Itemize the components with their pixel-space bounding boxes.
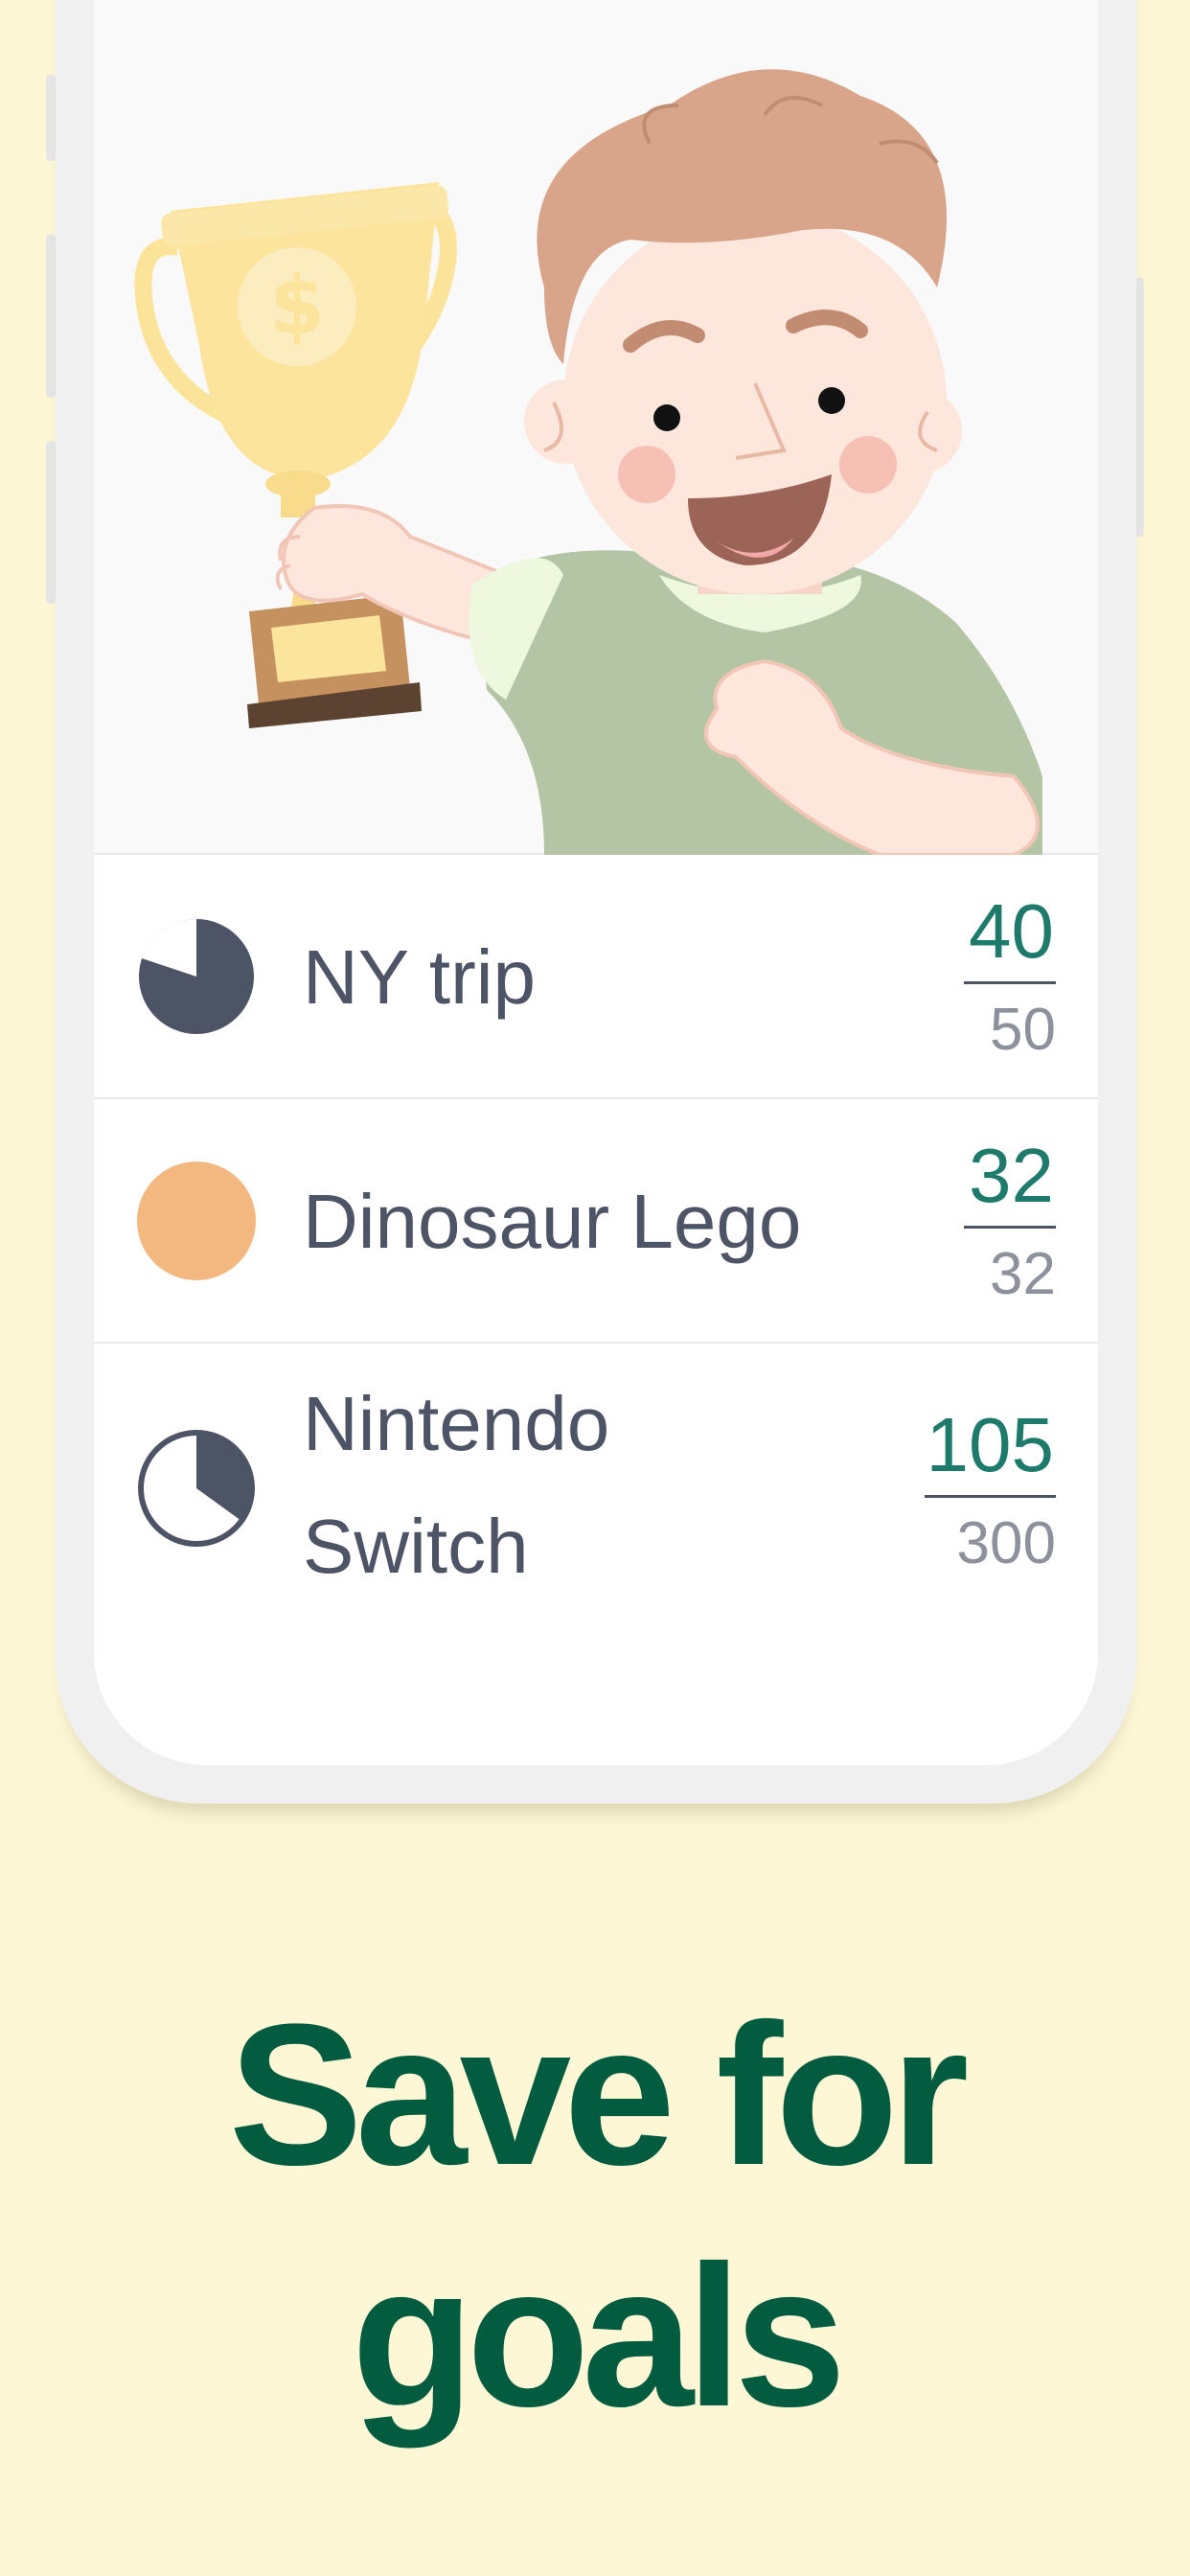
phone-volume-down (46, 441, 56, 604)
goal-name-line2: Switch (303, 1504, 529, 1589)
phone-volume-up (46, 235, 56, 398)
phone-frame: $ NY trip 40 50 Dinosaur Lego 32 32 Nint… (56, 0, 1136, 1804)
progress-pie-icon (139, 918, 254, 1034)
headline-line2: goals (351, 2223, 846, 2449)
app-store-screenshot: $ NY trip 40 50 Dinosaur Lego 32 32 Nint… (0, 0, 1190, 2576)
goal-amounts: 40 50 (964, 882, 1056, 1076)
goal-amounts: 105 300 (924, 1395, 1056, 1590)
goal-name: Dinosaur Lego (303, 1179, 802, 1264)
goal-amounts: 32 32 (964, 1126, 1056, 1321)
saved-amount: 105 (924, 1395, 1056, 1498)
progress-complete-icon (137, 1162, 256, 1280)
goal-name: NY trip (303, 934, 537, 1020)
progress-pie-icon (138, 1430, 255, 1547)
headline-line1: Save for (228, 1982, 970, 2207)
trophy-illustration: $ (94, 0, 1098, 855)
svg-text:$: $ (269, 259, 325, 353)
saved-amount: 32 (964, 1126, 1056, 1229)
phone-mute-switch (46, 75, 56, 161)
trophy-icon: $ (134, 182, 457, 728)
goal-row-ny-trip[interactable]: NY trip 40 50 (94, 855, 1098, 1099)
goal-name: Nintendo Switch (303, 1363, 648, 1608)
boy-body (469, 550, 1042, 855)
target-amount: 50 (990, 997, 1056, 1063)
phone-screen: $ NY trip 40 50 Dinosaur Lego 32 32 Nint… (94, 0, 1098, 1765)
goal-row-dinosaur-lego[interactable]: Dinosaur Lego 32 32 (94, 1099, 1098, 1344)
target-amount: 300 (956, 1510, 1056, 1576)
goal-name-line1: Nintendo (303, 1381, 610, 1466)
boy-trophy-illustration: $ (134, 69, 1042, 855)
goal-row-nintendo-switch[interactable]: Nintendo Switch 105 300 (94, 1344, 1098, 1631)
boy-head (524, 69, 962, 594)
marketing-headline: Save for goals (0, 1974, 1190, 2457)
target-amount: 32 (990, 1241, 1056, 1307)
saved-amount: 40 (964, 882, 1056, 984)
